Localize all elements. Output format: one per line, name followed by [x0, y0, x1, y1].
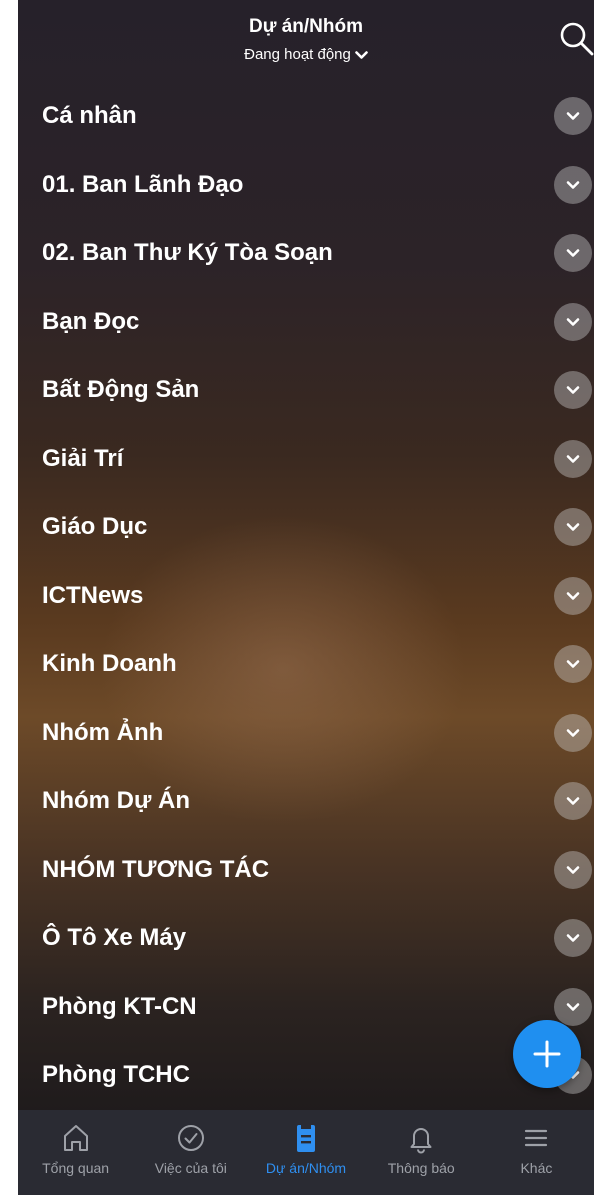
- tab-label: Việc của tôi: [154, 1160, 227, 1176]
- group-label: Giải Trí: [42, 444, 124, 472]
- chevron-down-icon: [566, 865, 580, 874]
- chevron-down-icon: [566, 728, 580, 737]
- group-item[interactable]: Bất Động Sản: [18, 356, 594, 425]
- chevron-down-icon: [566, 112, 580, 121]
- group-label: Bạn Đọc: [42, 307, 140, 335]
- tab-my-tasks[interactable]: Việc của tôi: [133, 1110, 248, 1195]
- chevron-down-icon: [566, 523, 580, 532]
- tab-label: Thông báo: [387, 1160, 455, 1176]
- group-label: Phòng KT-CN: [42, 992, 197, 1020]
- group-label: Cá nhân: [42, 102, 137, 130]
- chevron-down-icon: [566, 317, 580, 326]
- expand-button[interactable]: [554, 850, 592, 889]
- chevron-down-icon: [566, 591, 580, 600]
- expand-button[interactable]: [554, 97, 592, 136]
- group-label: Giáo Dục: [42, 513, 148, 541]
- tab-label: Khác: [520, 1160, 553, 1176]
- group-label: Ô Tô Xe Máy: [42, 924, 187, 952]
- group-item[interactable]: Giáo Dục: [18, 493, 594, 562]
- group-label: Nhóm Dự Án: [42, 787, 191, 815]
- expand-button[interactable]: [554, 919, 592, 958]
- expand-button[interactable]: [554, 234, 592, 273]
- status-filter-dropdown[interactable]: Đang hoạt động: [18, 46, 594, 64]
- group-label: Kinh Doanh: [42, 650, 177, 678]
- group-label: Phòng TCHC: [42, 1061, 190, 1089]
- expand-button[interactable]: [554, 987, 592, 1026]
- group-item[interactable]: 01. Ban Lãnh Đạo: [18, 151, 594, 220]
- app-screen: Dự án/Nhóm Đang hoạt động Cá nhân 01. Ba…: [18, 0, 594, 1195]
- group-label: ICTNews: [42, 581, 144, 609]
- chevron-down-icon: [566, 386, 580, 395]
- chevron-down-icon: [566, 180, 580, 189]
- group-item[interactable]: Phòng TCHC: [18, 1041, 594, 1110]
- expand-button[interactable]: [554, 576, 592, 615]
- tab-more[interactable]: Khác: [479, 1110, 594, 1195]
- chevron-down-icon: [566, 660, 580, 669]
- page-title: Dự án/Nhóm: [248, 16, 364, 37]
- tab-label: Dự án/Nhóm: [265, 1160, 347, 1176]
- chevron-down-icon: [566, 454, 580, 463]
- group-list: Cá nhân 01. Ban Lãnh Đạo 02. Ban Thư Ký …: [18, 82, 594, 1110]
- expand-button[interactable]: [554, 165, 592, 204]
- expand-button[interactable]: [554, 508, 592, 547]
- group-item[interactable]: Nhóm Ảnh: [18, 699, 594, 768]
- search-icon: [560, 22, 594, 56]
- group-item[interactable]: Phòng KT-CN: [18, 973, 594, 1042]
- group-item[interactable]: Giải Trí: [18, 425, 594, 494]
- menu-icon: [525, 1129, 548, 1147]
- group-label: Nhóm Ảnh: [42, 718, 164, 746]
- home-icon: [63, 1125, 88, 1151]
- tab-notifications[interactable]: Thông báo: [364, 1110, 479, 1195]
- chevron-down-icon: [566, 797, 580, 806]
- plus-icon: [533, 1040, 561, 1068]
- group-label: 02. Ban Thư Ký Tòa Soạn: [42, 239, 333, 267]
- expand-button[interactable]: [554, 645, 592, 684]
- group-item[interactable]: Nhóm Dự Án: [18, 767, 594, 836]
- expand-button[interactable]: [554, 782, 592, 821]
- tab-label: Tổng quan: [42, 1160, 110, 1176]
- search-button[interactable]: [556, 18, 594, 58]
- group-label: NHÓM TƯƠNG TÁC: [42, 855, 270, 883]
- bell-icon: [410, 1128, 432, 1154]
- expand-button[interactable]: [554, 302, 592, 341]
- expand-button[interactable]: [554, 713, 592, 752]
- group-item[interactable]: Kinh Doanh: [18, 630, 594, 699]
- group-item[interactable]: NHÓM TƯƠNG TÁC: [18, 836, 594, 905]
- chevron-down-icon: [355, 47, 368, 64]
- bottom-tab-bar: Tổng quan Việc của tôi Dự án/Nhóm Thông …: [18, 1110, 594, 1195]
- tab-projects[interactable]: Dự án/Nhóm: [248, 1110, 363, 1195]
- group-item[interactable]: Bạn Đọc: [18, 288, 594, 357]
- status-filter-label: Đang hoạt động: [244, 46, 351, 63]
- chevron-down-icon: [566, 1002, 580, 1011]
- group-item[interactable]: 02. Ban Thư Ký Tòa Soạn: [18, 219, 594, 288]
- check-circle-icon: [177, 1125, 204, 1151]
- group-item[interactable]: Ô Tô Xe Máy: [18, 904, 594, 973]
- group-item[interactable]: ICTNews: [18, 562, 594, 631]
- group-label: Bất Động Sản: [42, 376, 200, 404]
- chevron-down-icon: [566, 934, 580, 943]
- group-label: 01. Ban Lãnh Đạo: [42, 170, 244, 198]
- add-button[interactable]: [513, 1020, 581, 1088]
- expand-button[interactable]: [554, 439, 592, 478]
- tab-overview[interactable]: Tổng quan: [18, 1110, 133, 1195]
- clipboard-icon: [297, 1125, 315, 1152]
- group-item[interactable]: Cá nhân: [18, 82, 594, 151]
- header: Dự án/Nhóm Đang hoạt động: [18, 0, 594, 78]
- chevron-down-icon: [566, 249, 580, 258]
- expand-button[interactable]: [554, 371, 592, 410]
